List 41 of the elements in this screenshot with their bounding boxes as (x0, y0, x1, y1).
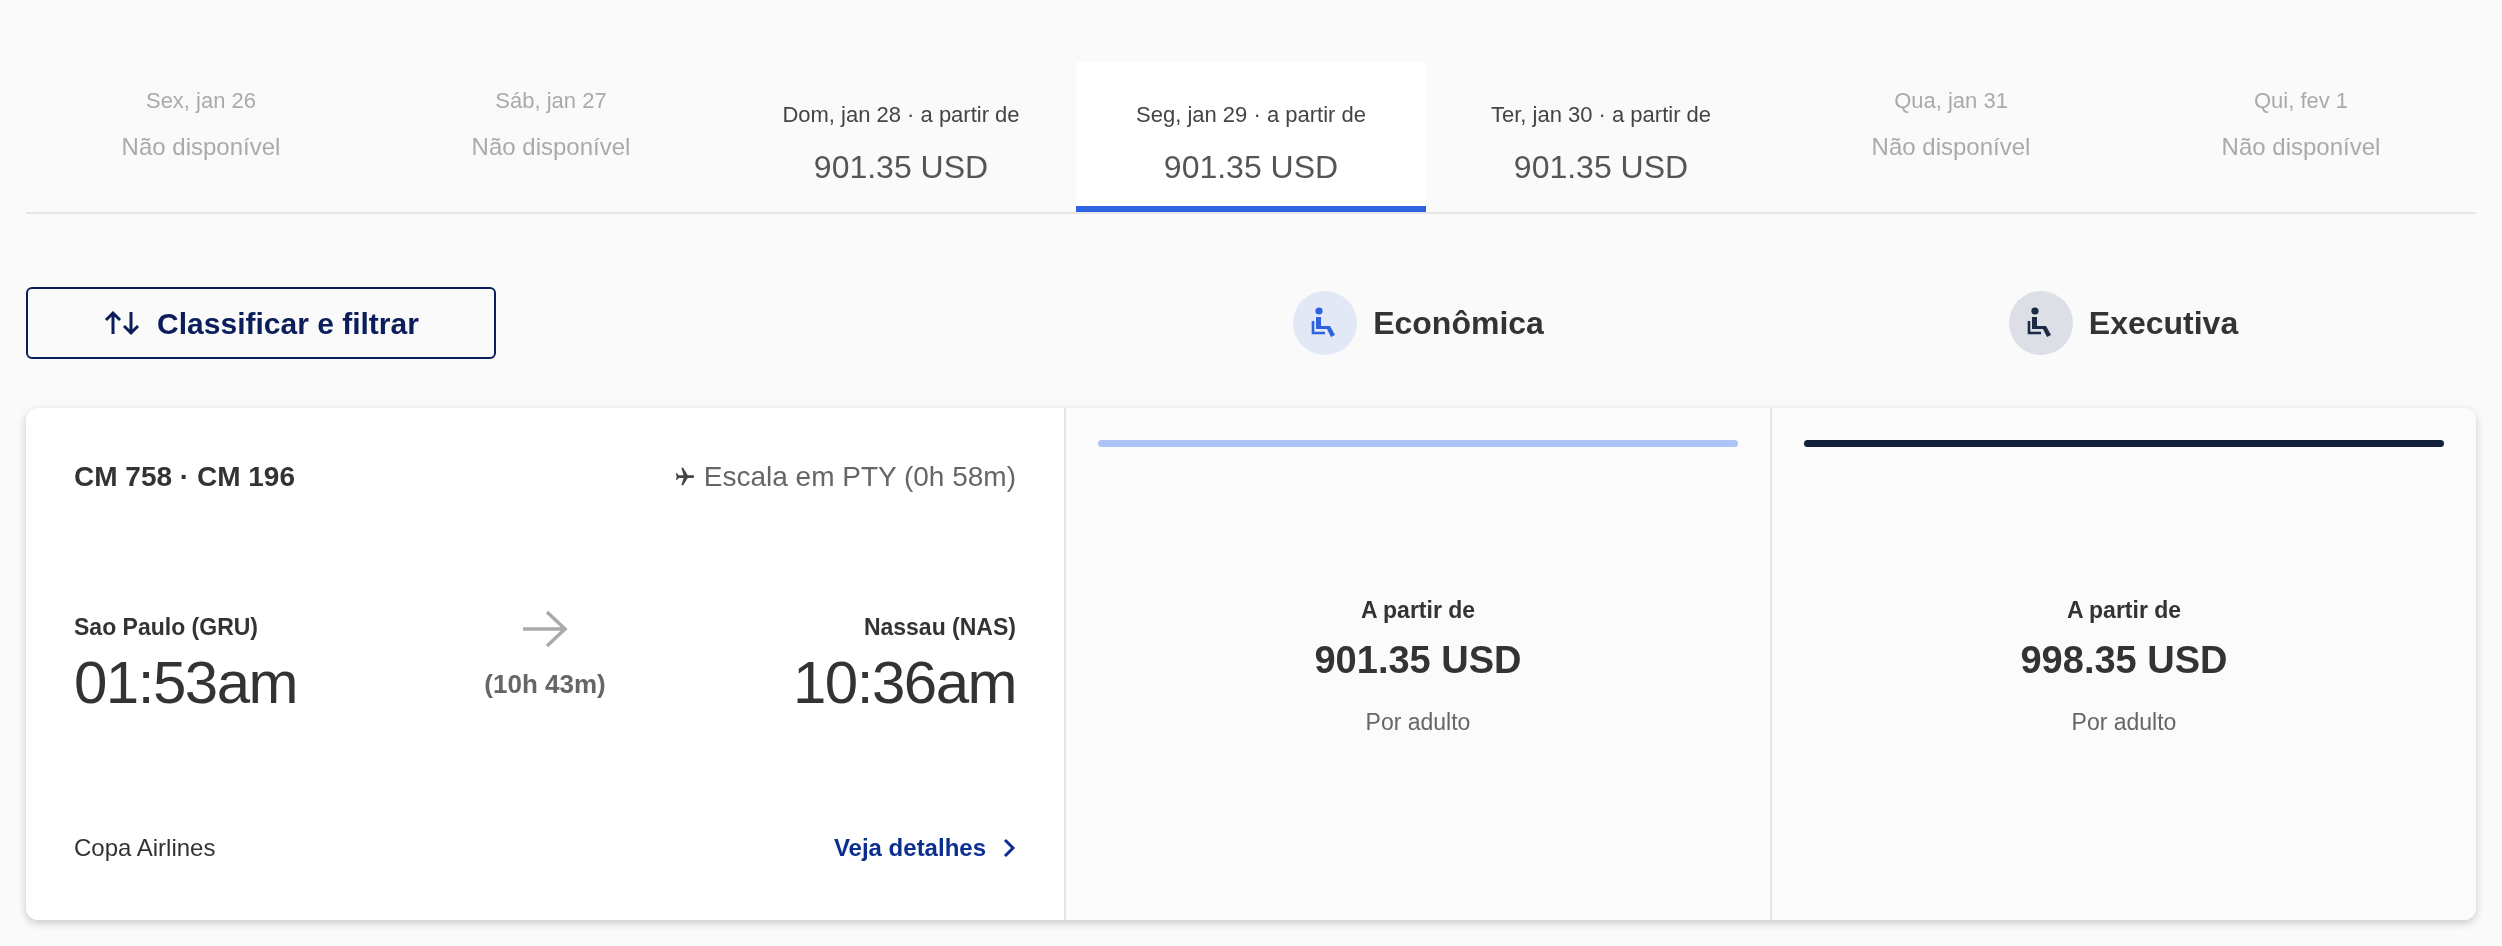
details-link[interactable]: Veja detalhes (833, 830, 1016, 866)
departure-time: 01:53am (74, 647, 297, 718)
fare-label: A partir de (1360, 596, 1476, 625)
fare-price: 901.35 USD (1314, 637, 1522, 683)
fare-note: Por adulto (1365, 707, 1471, 737)
tab-status: Não disponível (121, 131, 281, 162)
tab-status: Não disponível (2221, 131, 2381, 162)
tab-date: Sáb, jan 27 (495, 86, 607, 115)
tab-price: 901.35 USD (1163, 147, 1339, 187)
tab-price: 901.35 USD (813, 147, 989, 187)
sort-arrows-icon (103, 310, 142, 336)
tab-date: Dom, jan 28 · a partir de (782, 100, 1020, 129)
cabin-label: Econômica (1373, 304, 1544, 343)
tab-date: Ter, jan 30 · a partir de (1490, 100, 1712, 129)
origin-airport: Sao Paulo (GRU) (74, 613, 259, 642)
tab-status: Não disponível (471, 131, 631, 162)
fare-option[interactable]: A partir de 998.35 USD Por adulto (1772, 408, 2476, 920)
tab-price: 901.35 USD (1513, 147, 1689, 187)
tab-date: Seg, jan 29 · a partir de (1136, 100, 1366, 129)
tab-date: Qui, fev 1 (2253, 86, 2349, 115)
tab-date: Qua, jan 31 (1894, 86, 2008, 115)
stop-info: Escala em PTY (0h 58m) (703, 460, 1016, 494)
airline-name: Copa Airlines (74, 833, 216, 863)
tab-date: Sex, jan 26 (145, 86, 257, 115)
fare-note: Por adulto (2071, 707, 2177, 737)
tab-status: Não disponível (1871, 131, 2031, 162)
fare-option[interactable]: A partir de 901.35 USD Por adulto (1066, 408, 1772, 920)
fare-label: A partir de (2066, 596, 2182, 625)
flight-numbers: CM 758 · CM 196 (74, 460, 295, 494)
date-tab[interactable]: Seg, jan 29 · a partir de 901.35 USD (1076, 62, 1426, 212)
date-tab[interactable]: Ter, jan 30 · a partir de 901.35 USD (1426, 62, 1776, 212)
arrow-right-icon (521, 608, 569, 649)
date-tab[interactable]: Dom, jan 28 · a partir de 901.35 USD (726, 62, 1076, 212)
chevron-right-icon (1002, 837, 1016, 859)
flight-duration: (10h 43m) (484, 667, 606, 701)
cabin-label: Executiva (2088, 304, 2239, 343)
arrival-time: 10:36am (793, 647, 1016, 718)
destination-airport: Nassau (NAS) (863, 613, 1016, 642)
sort-filter-button[interactable]: Classificar e filtrar (26, 287, 496, 359)
plane-icon (673, 466, 696, 488)
fare-price: 998.35 USD (2020, 637, 2228, 683)
